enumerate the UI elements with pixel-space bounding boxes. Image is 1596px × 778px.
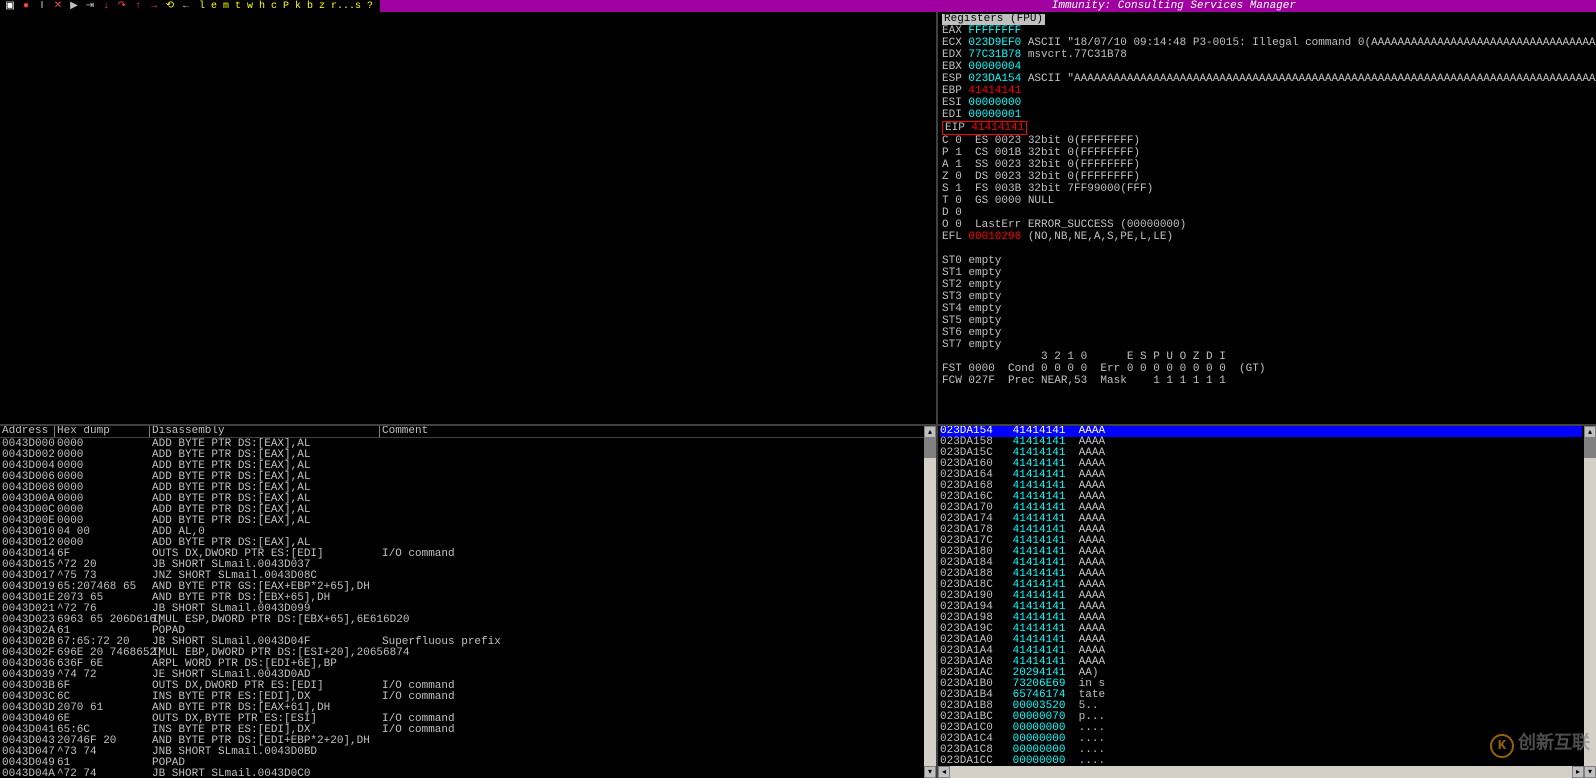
dump-row[interactable]: 0043D036636F 6EARPL WORD PTR DS:[EDI+6E]… [2, 659, 934, 670]
scroll-up-icon[interactable]: ▴ [924, 426, 936, 438]
close-icon[interactable]: ✕ [52, 0, 64, 12]
dump-row[interactable]: 0043D0000000ADD BYTE PTR DS:[EAX],AL [2, 439, 934, 450]
restart-icon[interactable]: ⟲ [164, 0, 176, 12]
stack-pane[interactable]: 023DA154 41414141 AAAA023DA158 41414141 … [938, 426, 1596, 778]
tool-s[interactable]: s [352, 0, 364, 12]
col-hex[interactable]: Hex dump [55, 426, 150, 437]
watermark-icon: K [1490, 734, 1514, 758]
dump-row[interactable]: 0043D017^75 73JNZ SHORT SLmail.0043D08C [2, 571, 934, 582]
dump-row[interactable]: 0043D04A^72 74JB SHORT SLmail.0043D0C0 [2, 769, 934, 778]
stepover-icon[interactable]: ↷ [116, 0, 128, 12]
dump-row[interactable]: 0043D03B6FOUTS DX,DWORD PTR ES:[EDI]I/O … [2, 681, 934, 692]
dump-row[interactable]: 0043D00C0000ADD BYTE PTR DS:[EAX],AL [2, 505, 934, 516]
dump-header: Address Hex dump Disassembly Comment [0, 426, 936, 438]
dump-row[interactable]: 0043D0236963 65 206D616|IMUL ESP,DWORD P… [2, 615, 934, 626]
dump-row[interactable]: 0043D01965:207468 65AND BYTE PTR GS:[EAX… [2, 582, 934, 593]
scroll-up-icon[interactable]: ▴ [1584, 426, 1596, 438]
watermark: K创新互联 [1490, 734, 1590, 758]
col-disassembly[interactable]: Disassembly [150, 426, 380, 437]
memory-dump-pane[interactable]: Address Hex dump Disassembly Comment 004… [0, 426, 936, 778]
registers-title: Registers (FPU) [942, 14, 1045, 25]
runto-icon[interactable]: → [148, 0, 160, 12]
dump-row[interactable]: 0043D047^73 74JNB SHORT SLmail.0043D0BD [2, 747, 934, 758]
dump-row[interactable]: 0043D0040000ADD BYTE PTR DS:[EAX],AL [2, 461, 934, 472]
stack-scrollbar[interactable]: ▴ ▾ [1584, 426, 1596, 778]
dump-row[interactable]: 0043D02F696E 20 7468652|IMUL EBP,DWORD P… [2, 648, 934, 659]
tool-l[interactable]: l [196, 0, 208, 12]
stepout-icon[interactable]: ↑ [132, 0, 144, 12]
scroll-thumb[interactable] [1584, 438, 1596, 458]
dump-row[interactable]: 0043D01E2073 65AND BYTE PTR DS:[EBX+65],… [2, 593, 934, 604]
dump-row[interactable]: 0043D04961POPAD [2, 758, 934, 769]
dump-row[interactable]: 0043D0146FOUTS DX,DWORD PTR ES:[EDI]I/O … [2, 549, 934, 560]
scroll-down-icon[interactable]: ▾ [1584, 766, 1596, 778]
tool-m[interactable]: m [220, 0, 232, 12]
dump-row[interactable]: 0043D04320746F 20AND BYTE PTR DS:[EDI+EB… [2, 736, 934, 747]
scroll-thumb[interactable] [924, 438, 936, 458]
dump-row[interactable]: 0043D0120000ADD BYTE PTR DS:[EAX],AL [2, 538, 934, 549]
pause-icon[interactable]: ‖ [36, 0, 48, 12]
play-icon[interactable]: ▶ [68, 0, 80, 12]
dump-row[interactable]: 0043D0060000ADD BYTE PTR DS:[EAX],AL [2, 472, 934, 483]
toolbar: ▣ ● ‖ ✕ ▶ ⇥ ↓ ↷ ↑ → ⟲ ← lemtwhcPkbzr...s… [0, 0, 380, 12]
record-icon[interactable]: ● [20, 0, 32, 12]
dump-row[interactable]: 0043D0080000ADD BYTE PTR DS:[EAX],AL [2, 483, 934, 494]
window-title: Immunity: Consulting Services Manager [1052, 1, 1296, 12]
dump-row[interactable]: 0043D03C6CINS BYTE PTR ES:[EDI],DXI/O co… [2, 692, 934, 703]
tool-e[interactable]: e [208, 0, 220, 12]
dump-row[interactable]: 0043D01004 00ADD AL,0 [2, 527, 934, 538]
folder-icon[interactable]: ▣ [4, 0, 16, 12]
dump-row[interactable]: 0043D04165:6CINS BYTE PTR ES:[EDI],DXI/O… [2, 725, 934, 736]
stepin-icon[interactable]: ↓ [100, 0, 112, 12]
dump-row[interactable]: 0043D015^72 20JB SHORT SLmail.0043D037 [2, 560, 934, 571]
tool-?[interactable]: ? [364, 0, 376, 12]
dump-row[interactable]: 0043D00E0000ADD BYTE PTR DS:[EAX],AL [2, 516, 934, 527]
scroll-right-icon[interactable]: ▸ [1572, 766, 1584, 778]
back-icon[interactable]: ← [180, 0, 192, 12]
tool-b[interactable]: b [304, 0, 316, 12]
tool-c[interactable]: c [268, 0, 280, 12]
tool-...[interactable]: ... [340, 0, 352, 12]
dump-row[interactable]: 0043D0406EOUTS DX,BYTE PTR ES:[ESI]I/O c… [2, 714, 934, 725]
tool-k[interactable]: k [292, 0, 304, 12]
registers-pane[interactable]: Registers (FPU) EAX FFFFFFFF ECX 023D9EF… [938, 12, 1596, 426]
cpu-disassembly-pane[interactable] [0, 12, 936, 426]
tool-w[interactable]: w [244, 0, 256, 12]
tool-h[interactable]: h [256, 0, 268, 12]
dump-row[interactable]: 0043D039^74 72JE SHORT SLmail.0043D0AD [2, 670, 934, 681]
scroll-down-icon[interactable]: ▾ [924, 766, 936, 778]
tool-t[interactable]: t [232, 0, 244, 12]
dump-row[interactable]: 0043D03D2070 61AND BYTE PTR DS:[EAX+61],… [2, 703, 934, 714]
step-icon[interactable]: ⇥ [84, 0, 96, 12]
col-address[interactable]: Address [0, 426, 55, 437]
col-comment[interactable]: Comment [380, 426, 936, 437]
tool-P[interactable]: P [280, 0, 292, 12]
tool-z[interactable]: z [316, 0, 328, 12]
dump-scrollbar[interactable]: ▴ ▾ [924, 426, 936, 778]
dump-row[interactable]: 0043D00A0000ADD BYTE PTR DS:[EAX],AL [2, 494, 934, 505]
dump-row[interactable]: 0043D0020000ADD BYTE PTR DS:[EAX],AL [2, 450, 934, 461]
title-bar: ▣ ● ‖ ✕ ▶ ⇥ ↓ ↷ ↑ → ⟲ ← lemtwhcPkbzr...s… [0, 0, 1596, 12]
scroll-left-icon[interactable]: ◂ [938, 766, 950, 778]
stack-hscrollbar[interactable]: ◂ ▸ [938, 766, 1584, 778]
